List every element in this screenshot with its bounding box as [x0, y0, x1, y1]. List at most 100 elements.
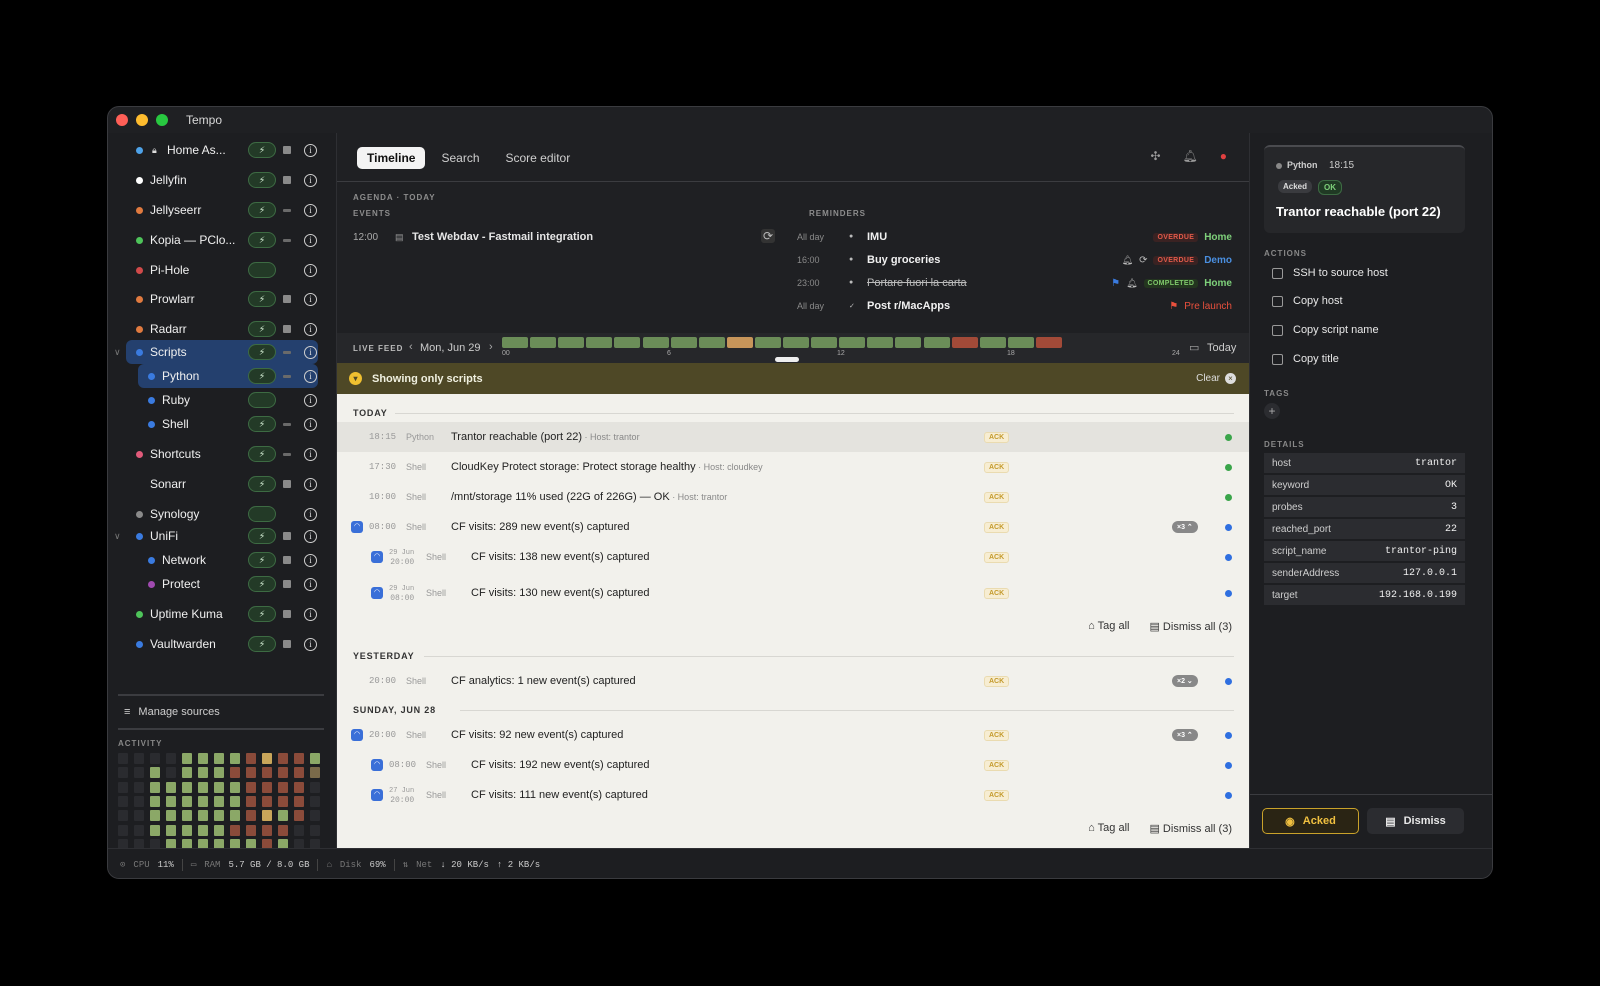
source-toggle[interactable]: ⚡︎ — [248, 476, 276, 492]
table-row[interactable]: 17:30 Shell CloudKey Protect storage: Prot… — [337, 452, 1250, 482]
event-title[interactable]: Test Webdav - Fastmail integration — [412, 231, 593, 243]
info-icon[interactable]: i — [304, 233, 317, 247]
info-icon[interactable]: i — [304, 477, 317, 491]
ack-badge[interactable]: ACK — [984, 790, 1010, 801]
feed-segment[interactable] — [867, 337, 894, 348]
stop-icon[interactable] — [283, 176, 291, 184]
detail-value[interactable]: 3 — [1451, 502, 1457, 513]
action-copy-title[interactable]: Copy title — [1272, 353, 1339, 365]
info-icon[interactable]: i — [304, 507, 317, 521]
feed-segment[interactable] — [558, 337, 585, 348]
sidebar-item-protect[interactable]: Protect ⚡︎ i — [108, 572, 336, 596]
tab-timeline[interactable]: Timeline — [357, 147, 426, 169]
feed-segment[interactable] — [923, 337, 950, 348]
sidebar-item-python[interactable]: Python ⚡︎ i — [138, 364, 318, 388]
detail-value[interactable]: trantor — [1415, 458, 1457, 469]
sidebar-item-sonarr[interactable]: Sonarr ⚡︎ i — [108, 472, 336, 496]
dismiss-all-button[interactable]: ▤ Dismiss all (3) — [1149, 822, 1232, 835]
info-icon[interactable]: i — [304, 143, 317, 157]
feed-segment[interactable] — [670, 337, 697, 348]
stop-icon[interactable] — [283, 208, 291, 212]
info-icon[interactable]: i — [304, 322, 317, 336]
action-copy-script-name[interactable]: Copy script name — [1272, 324, 1379, 336]
feed-segment[interactable] — [614, 337, 641, 348]
detail-value[interactable]: OK — [1445, 480, 1457, 491]
table-row[interactable]: ◠ 27 Jun 20:00 Shell CF visits: 111 new even… — [337, 780, 1250, 810]
feed-segment[interactable] — [726, 337, 753, 348]
sidebar-item-ruby[interactable]: Ruby i — [108, 388, 336, 412]
feed-segment[interactable] — [1035, 337, 1062, 348]
source-toggle[interactable] — [248, 506, 276, 522]
sidebar-item-pi-hole[interactable]: Pi-Hole i — [108, 258, 336, 282]
source-toggle[interactable]: ⚡︎ — [248, 368, 276, 384]
sidebar-item-kopia-pclo-[interactable]: Kopia — PClo... ⚡︎ i — [108, 228, 336, 252]
source-toggle[interactable]: ⚡︎ — [248, 344, 276, 360]
sidebar-item-vaultwarden[interactable]: Vaultwarden ⚡︎ i — [108, 632, 336, 656]
sidebar-item-home-as-[interactable]: 🔒︎ Home As... ⚡︎ i — [108, 138, 336, 162]
feed-segment[interactable] — [951, 337, 978, 348]
tab-search[interactable]: Search — [431, 147, 489, 169]
tag-all-button[interactable]: ⌂ Tag all — [1088, 822, 1129, 835]
source-toggle[interactable]: ⚡︎ — [248, 606, 276, 622]
feed-segment[interactable] — [783, 337, 809, 348]
next-day-button[interactable]: › — [489, 341, 493, 353]
stop-icon[interactable] — [283, 238, 291, 242]
info-icon[interactable]: i — [304, 417, 317, 431]
reminder-item[interactable]: All day ● IMU OVERDUE Home — [797, 230, 1232, 250]
info-icon[interactable]: i — [304, 263, 317, 277]
source-toggle[interactable]: ⚡︎ — [248, 291, 276, 307]
stop-icon[interactable] — [283, 640, 291, 648]
info-icon[interactable]: i — [304, 529, 317, 543]
stop-icon[interactable] — [283, 325, 291, 333]
stop-icon[interactable] — [283, 480, 291, 488]
detail-value[interactable]: 22 — [1445, 524, 1457, 535]
minimize-button[interactable] — [136, 114, 148, 126]
table-row[interactable]: ◠ 29 Jun 20:00 Shell CF visits: 138 new even… — [337, 542, 1250, 572]
group-count-badge[interactable]: ×2 ⌄ — [1172, 675, 1198, 687]
sidebar-item-radarr[interactable]: Radarr ⚡︎ i — [108, 317, 336, 341]
table-row[interactable]: 10:00 Shell/mnt/storage 11% used (22G of … — [337, 482, 1250, 512]
source-toggle[interactable] — [248, 262, 276, 278]
sidebar-item-shortcuts[interactable]: Shortcuts ⚡︎ i — [108, 442, 336, 466]
stop-icon[interactable] — [283, 532, 291, 540]
sidebar-item-network[interactable]: Network ⚡︎ i — [108, 548, 336, 572]
move-icon[interactable]: ✣ — [1150, 149, 1160, 163]
ack-badge[interactable]: ACK — [984, 760, 1010, 771]
stop-icon[interactable] — [283, 610, 291, 618]
sidebar-item-prowlarr[interactable]: Prowlarr ⚡︎ i — [108, 287, 336, 311]
resize-handle[interactable] — [775, 357, 799, 362]
sidebar-item-jellyfin[interactable]: Jellyfin ⚡︎ i — [108, 168, 336, 192]
feed-segment[interactable] — [1007, 337, 1034, 348]
group-count-badge[interactable]: ×3 ⌃ — [1172, 729, 1198, 741]
table-row[interactable]: 18:15 Python Trantor reachable (port 22) ·… — [337, 422, 1250, 452]
feed-segment[interactable] — [698, 337, 725, 348]
reminder-item[interactable]: 16:00 ● Buy groceries 🔔︎ ⟳ OVERDUE Demo — [797, 253, 1232, 273]
stop-icon[interactable] — [283, 580, 291, 588]
ack-badge[interactable]: ACK — [984, 588, 1010, 599]
source-toggle[interactable]: ⚡︎ — [248, 446, 276, 462]
feed-segment[interactable] — [754, 337, 781, 348]
clear-icon[interactable]: × — [1225, 373, 1236, 384]
detail-value[interactable]: 127.0.0.1 — [1403, 568, 1457, 579]
zoom-button[interactable] — [156, 114, 168, 126]
ack-badge[interactable]: ACK — [984, 552, 1010, 563]
dismiss-button[interactable]: ▤ Dismiss — [1367, 808, 1464, 834]
stop-icon[interactable] — [283, 452, 291, 456]
chevron-down-icon[interactable]: ∨ — [114, 531, 121, 542]
ack-badge[interactable]: ACK — [984, 730, 1010, 741]
source-toggle[interactable]: ⚡︎ — [248, 202, 276, 218]
sidebar-item-uptime-kuma[interactable]: Uptime Kuma ⚡︎ i — [108, 602, 336, 626]
detail-value[interactable]: 192.168.0.199 — [1379, 590, 1457, 601]
table-row[interactable]: ◠ 20:00 Shell CF visits: 92 new event(s) ca… — [337, 720, 1250, 750]
table-row[interactable]: ◠ 08:00 Shell CF visits: 192 new event(s) c… — [337, 750, 1250, 780]
info-icon[interactable]: i — [304, 393, 317, 407]
stop-icon[interactable] — [283, 374, 291, 378]
feed-segment[interactable] — [811, 337, 838, 348]
source-toggle[interactable]: ⚡︎ — [248, 321, 276, 337]
sidebar-item-jellyseerr[interactable]: Jellyseerr ⚡︎ i — [108, 198, 336, 222]
source-toggle[interactable]: ⚡︎ — [248, 142, 276, 158]
stop-icon[interactable] — [283, 295, 291, 303]
ack-badge[interactable]: ACK — [984, 492, 1010, 503]
stop-icon[interactable] — [283, 146, 291, 154]
manage-sources-button[interactable]: ≡ Manage sources — [124, 706, 220, 718]
